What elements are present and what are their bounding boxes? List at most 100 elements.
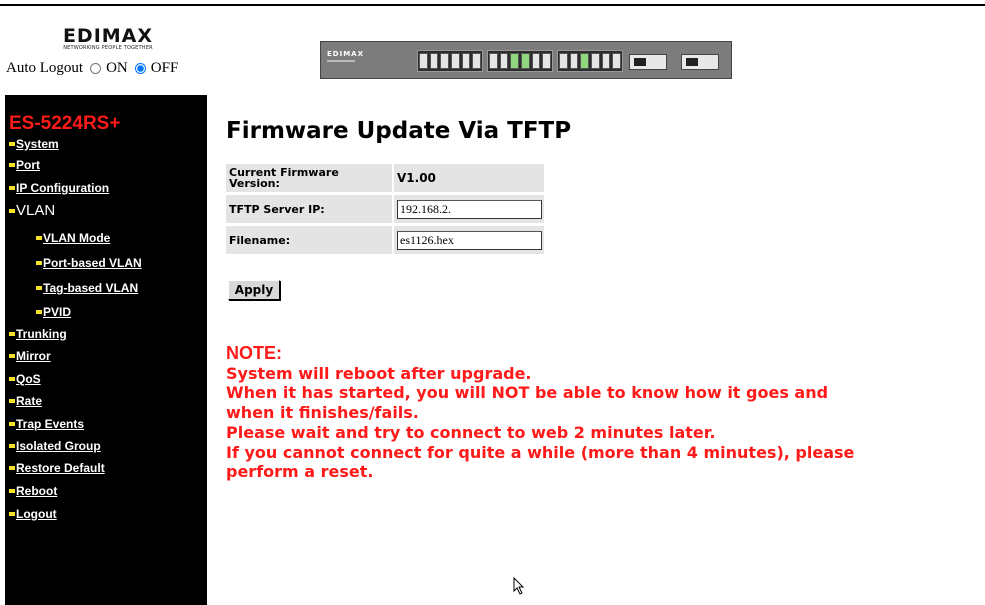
port [419,53,428,69]
yellow-bullet-icon [9,186,15,190]
switch-front-panel-image: EDIMAX [320,41,732,79]
yellow-bullet-icon [9,142,15,146]
header: EDIMAX NETWORKING PEOPLE TOGETHER Auto L… [0,6,985,90]
sidebar-item-reboot[interactable]: Reboot [9,484,57,498]
switch-brand-underline [327,60,355,62]
yellow-bullet-icon [36,286,42,290]
filename-cell [394,226,544,254]
current-firmware-row: Current Firmware Version: V1.00 [226,164,544,192]
note-title: NOTE: [226,343,282,363]
port [440,53,450,69]
sidebar-item-label: PVID [43,305,72,319]
page-title: Firmware Update Via TFTP [226,118,572,144]
sidebar-item-label: Mirror [16,349,51,363]
sidebar-item-label: Trunking [16,327,67,341]
device-model: ES-5224RS+ [9,113,121,134]
note-line: Please wait and try to connect to web 2 … [226,422,716,442]
sidebar-item-ip-configuration[interactable]: IP Configuration [9,181,109,195]
port [601,53,611,69]
auto-logout-off-label: OFF [150,60,179,76]
sidebar-item-qos[interactable]: QoS [9,372,41,386]
sidebar-item-port-based-vlan[interactable]: Port-based VLAN [36,256,142,270]
tftp-server-row: TFTP Server IP: [226,195,544,223]
sidebar-item-pvid[interactable]: PVID [36,305,71,319]
port [451,53,460,69]
yellow-bullet-icon [36,261,42,265]
port [612,53,622,69]
auto-logout-on-radio[interactable] [90,63,102,74]
port [461,53,471,69]
sidebar-item-label: Port [16,158,40,172]
port [559,53,568,69]
yellow-bullet-icon [9,489,15,493]
sidebar-item-trunking[interactable]: Trunking [9,327,67,341]
sidebar-item-label: System [16,137,59,151]
sidebar-item-vlan-mode[interactable]: VLAN Mode [36,231,110,245]
yellow-bullet-icon [36,310,42,314]
yellow-bullet-icon [9,163,15,167]
yellow-bullet-icon [9,444,15,448]
sfp-slot [629,54,667,70]
sidebar: ES-5224RS+ System Port IP Configuration … [5,95,207,605]
yellow-bullet-icon [9,512,15,516]
sidebar-item-mirror[interactable]: Mirror [9,349,51,363]
filename-label: Filename: [226,226,392,254]
port [472,53,482,69]
sidebar-item-restore-default[interactable]: Restore Default [9,461,105,475]
sidebar-item-label: IP Configuration [16,181,110,195]
logo-tagline: NETWORKING PEOPLE TOGETHER [63,45,153,51]
sidebar-item-label: Trap Events [16,417,85,431]
sidebar-item-port[interactable]: Port [9,158,40,172]
tftp-server-input[interactable] [397,199,542,219]
sidebar-item-trap-events[interactable]: Trap Events [9,417,84,431]
sidebar-item-label: Port-based VLAN [43,256,142,270]
sidebar-item-label: Restore Default [16,461,105,475]
auto-logout-off-radio[interactable] [134,63,146,74]
port [489,53,498,69]
sidebar-item-label: Isolated Group [16,439,101,453]
sidebar-item-label: VLAN Mode [43,231,111,245]
sidebar-item-label: Tag-based VLAN [43,281,139,295]
port-active [510,53,520,69]
apply-button[interactable]: Apply [228,280,280,300]
note-line: If you cannot connect for quite a while … [226,442,855,462]
mouse-pointer-icon [513,577,525,595]
sidebar-item-vlan[interactable]: VLAN [9,202,55,219]
sidebar-item-label: VLAN [16,202,56,219]
auto-logout-control: Auto Logout ON OFF [6,60,178,77]
filename-row: Filename: [226,226,544,254]
port-group [417,50,483,72]
port-active [521,53,530,69]
tftp-server-label: TFTP Server IP: [226,195,392,223]
current-firmware-cell: V1.00 [394,164,544,192]
port-group [487,50,553,72]
sidebar-item-system[interactable]: System [9,137,59,151]
switch-brand: EDIMAX [327,50,364,58]
sidebar-item-isolated-group[interactable]: Isolated Group [9,439,101,453]
edimax-logo: EDIMAX NETWORKING PEOPLE TOGETHER [62,27,154,52]
note-line: When it has started, you will NOT be abl… [226,383,829,403]
filename-input[interactable] [397,230,542,250]
current-firmware-value: V1.00 [397,171,436,185]
sidebar-item-rate[interactable]: Rate [9,394,42,408]
yellow-bullet-icon [36,236,42,240]
sidebar-item-label: Rate [16,394,43,408]
sidebar-item-label: QoS [16,372,41,386]
sidebar-item-label: Logout [16,507,57,521]
yellow-bullet-icon [9,399,15,403]
current-firmware-label: Current Firmware Version: [226,164,392,192]
port [591,53,600,69]
note-line: perform a reset. [226,462,374,482]
auto-logout-label: Auto Logout [6,60,84,76]
sidebar-item-logout[interactable]: Logout [9,507,57,521]
port-group [557,50,623,72]
sidebar-item-tag-based-vlan[interactable]: Tag-based VLAN [36,281,138,295]
port [531,53,541,69]
yellow-bullet-icon [9,208,15,213]
yellow-bullet-icon [9,332,15,336]
sfp-slot [681,54,719,70]
note-block: NOTE: System will reboot after upgrade. … [226,343,855,482]
port [429,53,439,69]
auto-logout-on-label: ON [106,60,128,76]
sidebar-item-label: Reboot [16,484,58,498]
